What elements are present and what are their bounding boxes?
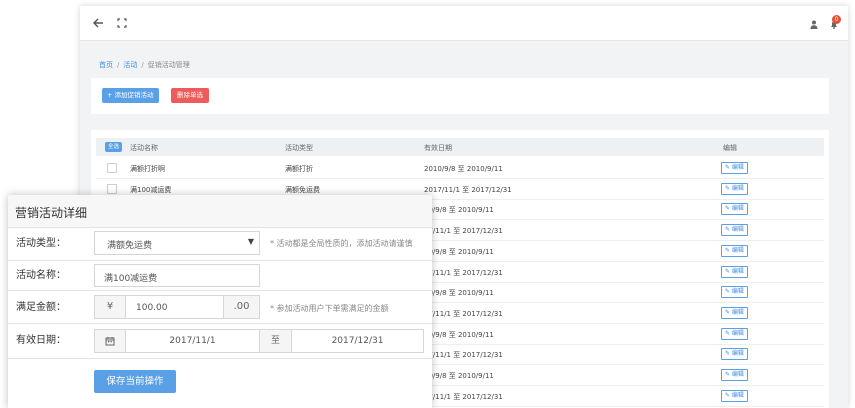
edit-button[interactable]: ✎ 编辑	[721, 389, 748, 402]
breadcrumb-activity[interactable]: 活动	[123, 61, 137, 69]
row-type: 满额打折	[285, 165, 313, 173]
edit-button[interactable]: ✎ 编辑	[721, 162, 748, 174]
start-date-input[interactable]: 2017/11/1	[125, 329, 260, 353]
edit-button[interactable]: ✎ 编辑	[721, 265, 748, 278]
row-date: 10/9/8 至 2010/9/11	[424, 289, 494, 298]
row-checkbox[interactable]	[107, 183, 117, 194]
edit-button[interactable]: ✎ 编辑	[721, 203, 748, 216]
row-name: 满额打折啊	[130, 165, 165, 173]
date-label: 有效日期：	[16, 335, 66, 346]
amount-input-value: 100.00	[136, 303, 168, 313]
row-date: 17/11/1 至 2017/12/31	[424, 268, 503, 277]
type-select-value: 满额免运费	[107, 241, 153, 251]
row-date: 10/9/8 至 2010/9/11	[424, 372, 494, 380]
table-row: 满额打折啊 满额打折 2010/9/8 至 2010/9/11 ✎ 编辑	[96, 158, 824, 179]
column-date: 有效日期	[424, 144, 452, 152]
column-edit: 编辑	[723, 144, 737, 152]
end-date-input[interactable]: 2017/12/31	[291, 329, 424, 353]
save-button[interactable]: 保存当前操作	[94, 370, 176, 393]
breadcrumb-home[interactable]: 首页	[99, 61, 113, 69]
promotion-detail-panel: 营销活动详细 活动类型： 满额免运费 ▼ * 活动都是全局性质的，添加活动请谨慎…	[8, 195, 432, 408]
breadcrumb: 首页 / 活动 / 促销活动管理	[99, 61, 190, 69]
row-date: 2010/9/8 至 2010/9/11	[424, 165, 503, 173]
name-input[interactable]: 满100减运费	[94, 264, 260, 287]
edit-button[interactable]: ✎ 编辑	[721, 224, 748, 237]
select-all-button[interactable]: 全选	[105, 142, 122, 152]
caret-down-icon: ▼	[247, 237, 254, 246]
top-bar: 0	[80, 6, 848, 41]
type-select[interactable]: 满额免运费 ▼	[94, 231, 260, 255]
edit-button[interactable]: ✎ 编辑	[721, 327, 748, 340]
amount-hint: * 参加活动用户下单需满足的金额	[270, 304, 389, 313]
action-bar: + 添加促销活动 删除单选	[91, 78, 829, 114]
type-label: 活动类型：	[16, 238, 66, 249]
fullscreen-icon[interactable]	[117, 18, 127, 31]
add-promotion-button[interactable]: + 添加促销活动	[102, 88, 159, 103]
row-checkbox[interactable]	[107, 163, 117, 173]
column-name: 活动名称	[130, 144, 158, 152]
column-type: 活动类型	[285, 144, 313, 152]
row-date: 10/9/8 至 2010/9/11	[424, 330, 494, 339]
amount-label: 满足金额：	[16, 302, 66, 313]
panel-title: 营销活动详细	[15, 206, 88, 220]
row-date: 17/11/1 至 2017/12/31	[424, 351, 503, 360]
notification-badge: 0	[832, 15, 841, 24]
edit-button[interactable]: ✎ 编辑	[721, 244, 748, 257]
row-date: 10/9/8 至 2010/9/11	[424, 247, 494, 256]
edit-button[interactable]: ✎ 编辑	[721, 182, 748, 195]
row-type: 活动类型： 满额免运费 ▼ * 活动都是全局性质的，添加活动请谨慎	[8, 227, 432, 261]
row-amount: 满足金额： ¥ 100.00 .00 * 参加活动用户下单需满足的金额	[8, 290, 432, 324]
edit-button[interactable]: ✎ 编辑	[721, 348, 748, 361]
decimal-addon: .00	[223, 295, 260, 319]
row-name: 满100减运费	[130, 185, 172, 194]
row-type: 满额免运费	[285, 185, 320, 194]
type-hint: * 活动都是全局性质的，添加活动请谨慎	[270, 239, 413, 248]
calendar-icon[interactable]	[94, 329, 126, 353]
name-label: 活动名称：	[16, 270, 66, 281]
date-separator: 至	[259, 329, 292, 353]
row-date: 17/11/1 至 2017/12/31	[424, 309, 503, 318]
row-name: 活动名称： 满100减运费	[8, 260, 432, 291]
edit-button[interactable]: ✎ 编辑	[721, 286, 748, 299]
row-date: 17/11/1 至 2017/12/31	[424, 227, 503, 236]
edit-button[interactable]: ✎ 编辑	[721, 306, 748, 319]
row-date: 有效日期： 2017/11/1 至 2017/12/31	[8, 323, 432, 359]
breadcrumb-current: 促销活动管理	[147, 61, 190, 69]
table-header: 全选 活动名称 活动类型 有效日期 编辑	[96, 138, 824, 156]
edit-button[interactable]: ✎ 编辑	[721, 369, 748, 381]
amount-input[interactable]: 100.00	[125, 295, 224, 319]
row-date: 10/9/8 至 2010/9/11	[424, 206, 494, 215]
user-icon[interactable]	[810, 19, 818, 32]
row-date: 2017/11/1 至 2017/12/31	[424, 185, 512, 194]
currency-addon: ¥	[94, 295, 126, 319]
name-input-value: 满100减运费	[104, 274, 158, 284]
row-date: 17/11/1 至 2017/12/31	[424, 392, 503, 401]
delete-selected-button[interactable]: 删除单选	[171, 88, 209, 103]
back-arrow-icon[interactable]	[92, 17, 104, 32]
